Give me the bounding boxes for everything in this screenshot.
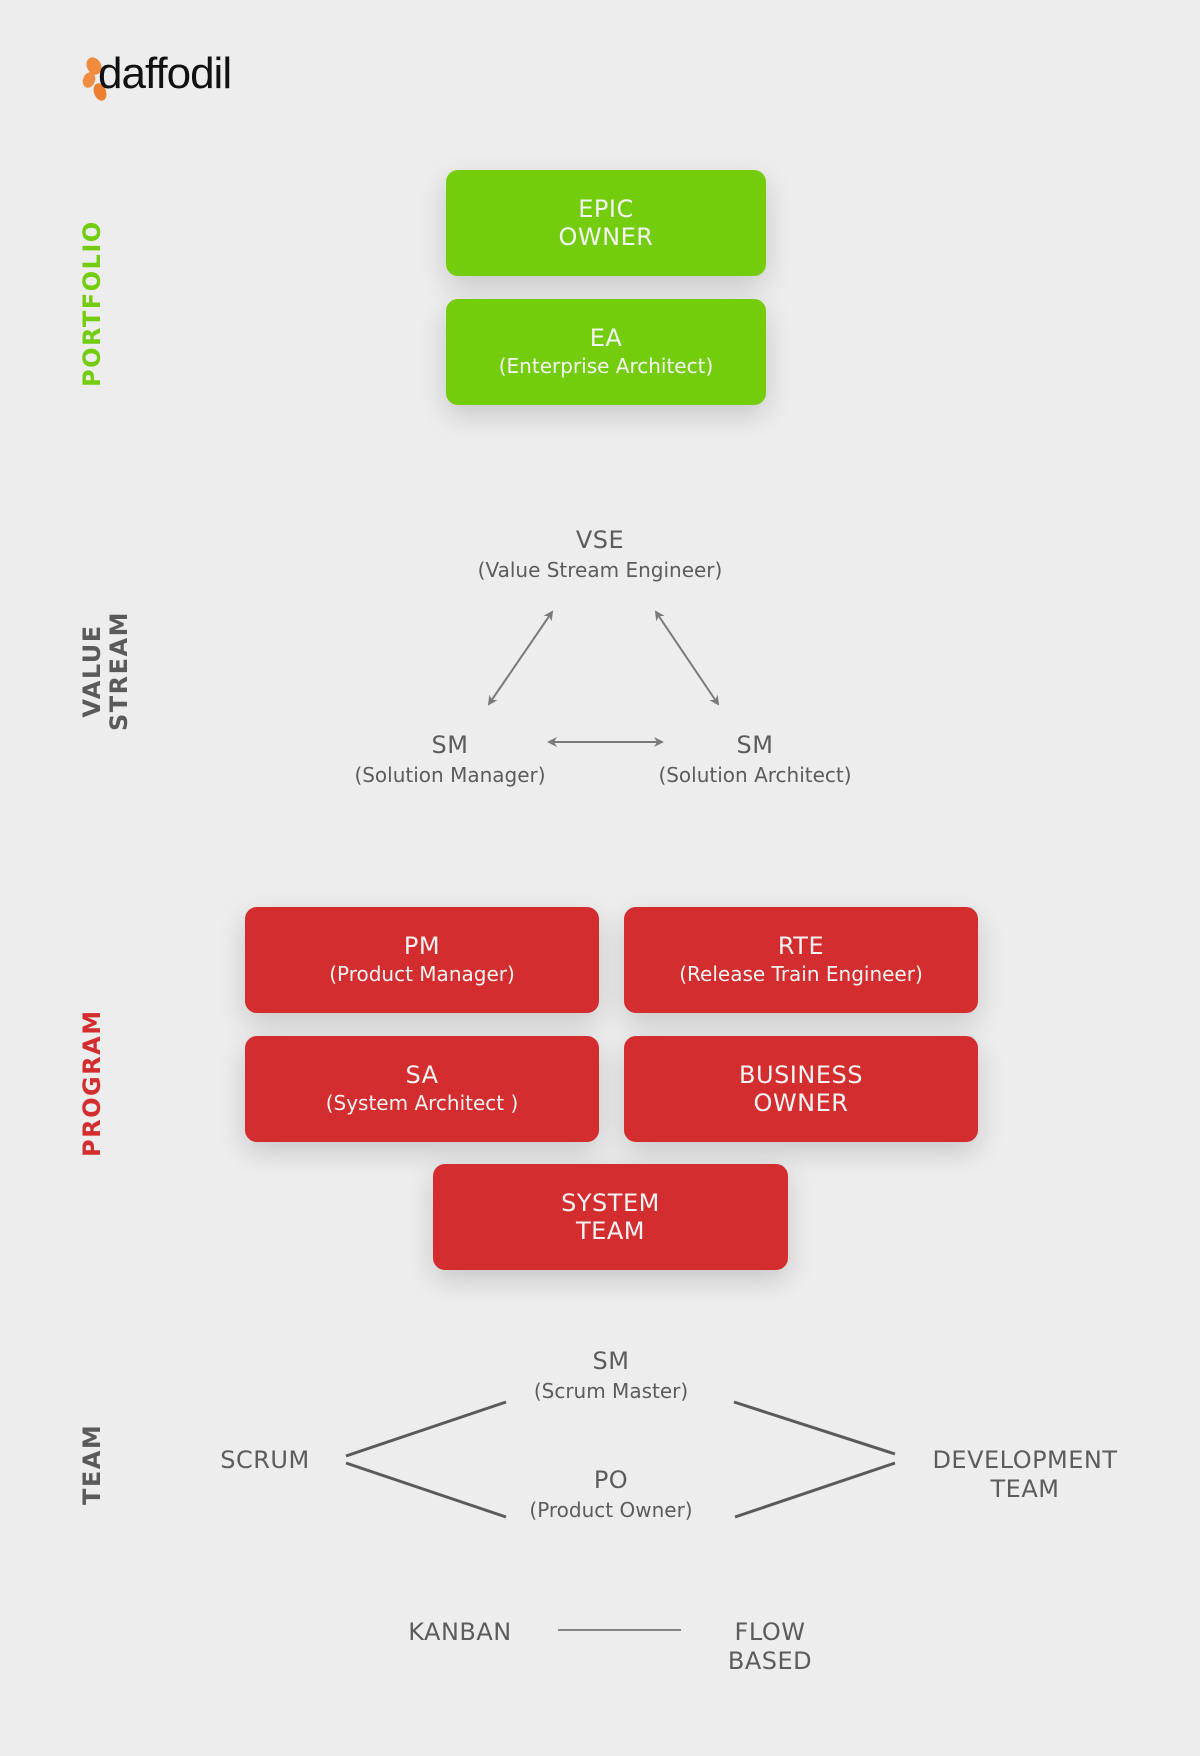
node-title: VSE [575,526,625,554]
node-value-stream-engineer: VSE (Value Stream Engineer) [400,525,800,585]
node-title: KANBAN [408,1618,512,1646]
role-title: EPIC [578,195,634,223]
section-label-value-line2: STREAM [105,611,133,731]
role-title: BUSINESS [739,1061,863,1089]
line-scrum-master-to-dev-team [733,1400,896,1456]
role-title: EA [589,324,623,352]
node-title-line2: BASED [727,1647,813,1675]
section-label-value-line1: VALUE [78,624,106,718]
node-solution-architect: SM (Solution Architect) [605,730,905,790]
role-subtitle: (Product Manager) [329,962,515,986]
node-flow-based: FLOW BASED [690,1618,850,1676]
node-subtitle: (Product Owner) [529,1498,693,1522]
role-box-product-manager: PM (Product Manager) [245,907,599,1013]
node-kanban: KANBAN [380,1618,540,1647]
role-box-business-owner: BUSINESS OWNER [624,1036,978,1142]
role-title: SA [405,1061,439,1089]
role-box-release-train-engineer: RTE (Release Train Engineer) [624,907,978,1013]
section-label-value-stream: VALUE STREAM [78,611,133,731]
role-title: SYSTEM [561,1189,660,1217]
node-title: SM [592,1347,630,1375]
node-title: SCRUM [220,1446,310,1474]
role-box-enterprise-architect: EA (Enterprise Architect) [446,299,766,405]
daffodil-logo: daffodil [80,44,260,104]
node-title: SM [431,731,469,759]
node-development-team: DEVELOPMENT TEAM [890,1446,1160,1504]
line-scrum-to-scrum-master [345,1400,507,1458]
node-subtitle: (Value Stream Engineer) [477,558,723,582]
role-box-system-team: SYSTEM TEAM [433,1164,788,1270]
node-scrum-master: SM (Scrum Master) [461,1346,761,1406]
node-title: DEVELOPMENT [932,1446,1118,1474]
node-subtitle: (Solution Manager) [354,763,546,787]
role-title-line2: TEAM [576,1217,645,1245]
node-solution-manager: SM (Solution Manager) [300,730,600,790]
role-box-epic-owner: EPIC OWNER [446,170,766,276]
node-scrum: SCRUM [195,1446,335,1475]
role-box-system-architect: SA (System Architect ) [245,1036,599,1142]
role-subtitle: (System Architect ) [325,1091,519,1115]
role-subtitle: (Release Train Engineer) [679,962,923,986]
role-title-line2: OWNER [558,223,654,251]
role-subtitle: (Enterprise Architect) [498,354,714,378]
logo-wordmark: daffodil [98,49,232,98]
section-label-program: PROGRAM [78,1009,106,1157]
section-label-team: TEAM [78,1423,106,1505]
node-title: PO [593,1466,629,1494]
node-subtitle: (Scrum Master) [533,1379,689,1403]
role-title: PM [403,932,441,960]
section-label-portfolio: PORTFOLIO [78,220,106,387]
node-title: SM [736,731,774,759]
arrow-vse-to-solution-architect [654,610,720,706]
role-title-line2: OWNER [753,1089,849,1117]
arrow-vse-to-solution-manager [487,610,554,706]
role-title: RTE [777,932,825,960]
node-subtitle: (Solution Architect) [658,763,852,787]
node-title-line2: TEAM [990,1475,1060,1503]
node-title: FLOW [734,1618,806,1646]
node-product-owner: PO (Product Owner) [461,1465,761,1525]
